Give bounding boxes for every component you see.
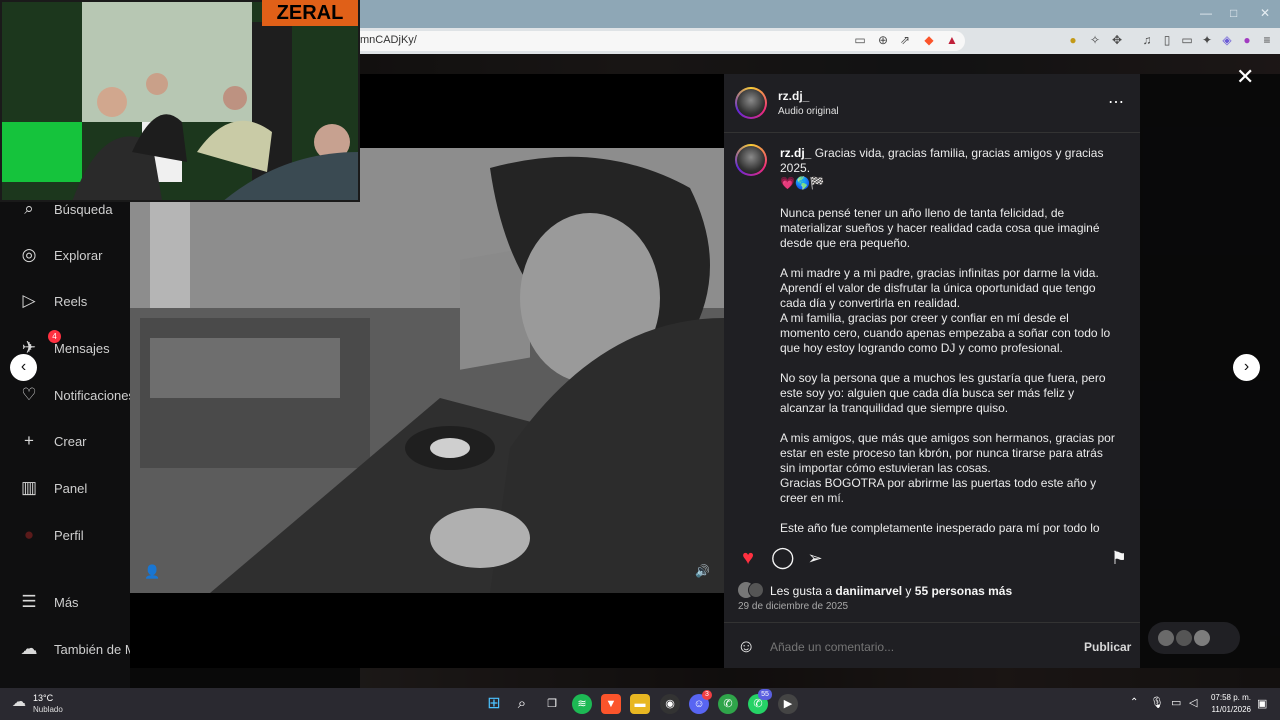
caption-avatar[interactable] bbox=[735, 144, 767, 176]
whatsapp-icon[interactable]: ✆ 55 bbox=[748, 689, 772, 714]
post-date: 29 de diciembre de 2025 bbox=[738, 601, 849, 612]
start-icon[interactable]: ⊞ bbox=[484, 694, 504, 714]
file-explorer-icon[interactable]: ▬ bbox=[630, 694, 650, 714]
caption-paragraph: Nunca pensé tener un año lleno de tanta … bbox=[780, 206, 1100, 250]
dashboard-icon: ▥ bbox=[20, 478, 38, 497]
messages-badge: 4 bbox=[48, 330, 61, 343]
likes-text[interactable]: Les gusta a daniimarvel y 55 personas má… bbox=[770, 584, 1012, 598]
wallet-icon[interactable]: ▭ bbox=[1180, 33, 1194, 47]
clock-date[interactable]: 11/01/2026 bbox=[1209, 705, 1251, 714]
prev-post-button[interactable]: ‹ bbox=[10, 354, 37, 381]
reading-list-icon[interactable]: ▯ bbox=[1160, 33, 1174, 47]
whatsapp-badge: 55 bbox=[758, 689, 772, 700]
share-post-icon[interactable]: ➢ bbox=[804, 547, 826, 569]
tray-chevron-icon[interactable]: ⌃ bbox=[1130, 697, 1138, 708]
sidebar-item-more[interactable]: ☰ Más bbox=[18, 589, 130, 615]
brave-rewards-icon[interactable]: ▲ bbox=[945, 33, 959, 47]
clock-time[interactable]: 07:58 p. m. bbox=[1209, 693, 1251, 702]
streamer-badge: ZERAL bbox=[262, 0, 358, 26]
close-window-button[interactable]: ✕ bbox=[1260, 6, 1270, 20]
menu-icon[interactable]: ≡ bbox=[1260, 33, 1274, 47]
post-username[interactable]: rz.dj_ bbox=[778, 89, 809, 103]
profile-icon: ● bbox=[23, 525, 35, 544]
share-icon[interactable]: ⇗ bbox=[898, 33, 912, 47]
task-view-icon[interactable]: ❐ bbox=[542, 694, 562, 714]
comment-icon[interactable]: ◯ bbox=[771, 547, 795, 569]
audio-label[interactable]: Audio original bbox=[778, 106, 839, 117]
leo-icon[interactable]: ✦ bbox=[1200, 33, 1214, 47]
sidebar-item-dashboard[interactable]: ▥ Panel bbox=[18, 475, 130, 501]
obs-icon[interactable]: ◉ bbox=[660, 694, 680, 714]
sidebar-item-notifications[interactable]: ♡ Notificaciones bbox=[18, 382, 130, 408]
reels-icon: ▷ bbox=[22, 291, 36, 310]
author-avatar[interactable] bbox=[735, 87, 767, 119]
sidebar-item-messages[interactable]: ✈ 4 Mensajes bbox=[18, 330, 130, 361]
url-input[interactable]: mnCADjKy/ bbox=[350, 31, 965, 51]
puzzle-icon[interactable]: ✥ bbox=[1110, 33, 1124, 47]
zoom-icon[interactable]: ⊕ bbox=[876, 33, 890, 47]
brave-taskbar-icon[interactable]: ▼ bbox=[601, 694, 621, 714]
install-icon[interactable]: ▭ bbox=[853, 33, 867, 47]
extension-1-icon[interactable]: ● bbox=[1066, 33, 1080, 47]
save-bookmark-icon[interactable]: ⚑ bbox=[1108, 547, 1130, 569]
tagged-user-icon[interactable]: 👤 bbox=[144, 564, 160, 580]
heart-icon: ♡ bbox=[21, 385, 37, 404]
comment-input[interactable] bbox=[770, 638, 1070, 656]
brave-icon[interactable]: ● bbox=[1240, 33, 1254, 47]
maximize-button[interactable]: □ bbox=[1230, 6, 1237, 20]
mic-icon[interactable]: 🎙 bbox=[1150, 696, 1164, 709]
caption: rz.dj_ Gracias vida, gracias familia, gr… bbox=[780, 146, 1120, 536]
compass-icon: ◎ bbox=[21, 245, 37, 264]
chat-heads[interactable] bbox=[1148, 622, 1240, 654]
weather-temp[interactable]: 13°C bbox=[33, 693, 53, 703]
publish-button[interactable]: Publicar bbox=[1084, 640, 1131, 654]
more-options-icon[interactable]: ⋯ bbox=[1108, 92, 1124, 112]
vpn-icon[interactable]: ◈ bbox=[1220, 33, 1234, 47]
brave-shield-icon[interactable]: ◆ bbox=[922, 33, 936, 47]
spotify-icon[interactable]: ≋ bbox=[572, 694, 592, 714]
like-heart-icon[interactable]: ♥ bbox=[737, 547, 759, 569]
webcam-overlay bbox=[0, 0, 360, 202]
discord-badge: 3 bbox=[702, 690, 712, 700]
caption-paragraph: No soy la persona que a muchos les gusta… bbox=[780, 371, 1106, 415]
volume-icon[interactable]: 🔊 bbox=[695, 564, 710, 578]
discord-icon[interactable]: ☺ 3 bbox=[689, 690, 712, 714]
hamburger-icon: ☰ bbox=[21, 592, 37, 611]
close-modal-icon[interactable]: ✕ bbox=[1236, 64, 1254, 90]
minimize-button[interactable]: — bbox=[1200, 6, 1212, 20]
green-app-icon[interactable]: ✆ bbox=[718, 694, 738, 714]
caption-username[interactable]: rz.dj_ bbox=[780, 146, 811, 160]
media-player-icon[interactable]: ▶ bbox=[778, 694, 798, 714]
divider bbox=[724, 132, 1140, 133]
taskbar-search-icon[interactable]: ⌕ bbox=[512, 694, 532, 714]
plus-icon: + bbox=[24, 431, 34, 450]
post-video[interactable] bbox=[130, 148, 724, 593]
weather-desc: Nublado bbox=[33, 705, 63, 714]
notifications-icon[interactable]: ▣ bbox=[1257, 697, 1267, 710]
cloud-icon[interactable]: ☁ bbox=[12, 693, 26, 710]
next-post-button[interactable]: › bbox=[1233, 354, 1260, 381]
caption-paragraph: A mi madre y a mi padre, gracias infinit… bbox=[780, 266, 1111, 355]
divider bbox=[724, 622, 1140, 623]
sidebar-item-create[interactable]: + Crear bbox=[18, 428, 130, 454]
network-icon[interactable]: ▭ bbox=[1171, 696, 1181, 709]
caption-paragraph: A mis amigos, que más que amigos son her… bbox=[780, 431, 1115, 505]
meta-icon: ☁ bbox=[20, 639, 38, 658]
emoji-icon[interactable]: ☺ bbox=[737, 636, 755, 657]
likers-avatars bbox=[738, 582, 764, 598]
sidebar-item-meta[interactable]: ☁También de Meta bbox=[18, 636, 131, 662]
music-icon[interactable]: ♫ bbox=[1140, 33, 1154, 47]
sidebar-item-reels[interactable]: ▷ Reels bbox=[18, 288, 130, 314]
caption-paragraph: Este año fue completamente inesperado pa… bbox=[780, 521, 1100, 535]
sidebar-item-profile[interactable]: ● Perfil bbox=[18, 522, 130, 548]
speaker-icon[interactable]: ◁ bbox=[1189, 696, 1197, 709]
sidebar-item-explore[interactable]: ◎ Explorar bbox=[18, 242, 130, 268]
extension-2-icon[interactable]: ✧ bbox=[1088, 33, 1102, 47]
